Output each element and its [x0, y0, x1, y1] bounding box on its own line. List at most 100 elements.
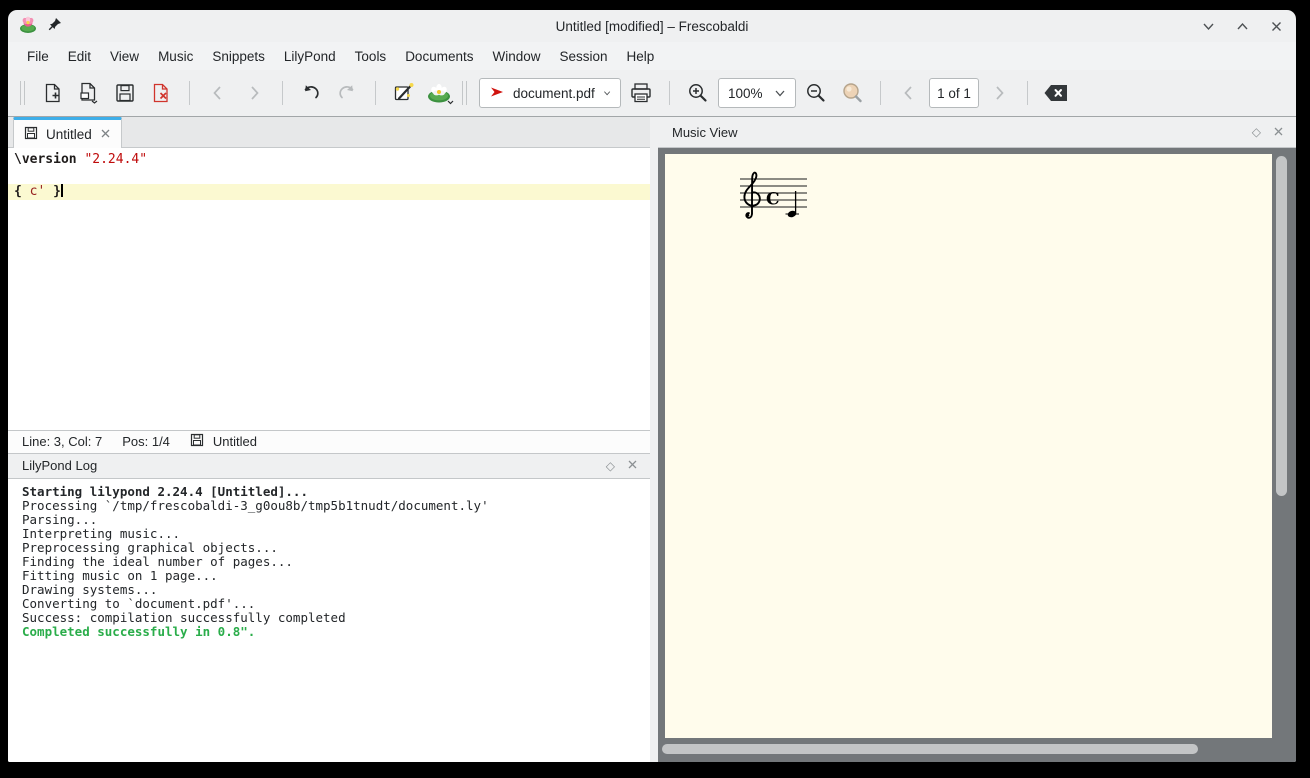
engrave-preview-button[interactable]	[388, 77, 420, 109]
log-line: Interpreting music...	[22, 527, 650, 541]
lilypond-log-header[interactable]: LilyPond Log ◇	[8, 453, 650, 479]
log-line: Drawing systems...	[22, 583, 650, 597]
zoom-level-value: 100%	[728, 86, 763, 101]
menu-tools[interactable]: Tools	[355, 49, 387, 64]
magnifier-loupe-button[interactable]	[836, 77, 868, 109]
log-line: Converting to `document.pdf'...	[22, 597, 650, 611]
lilypond-log-title: LilyPond Log	[22, 458, 97, 473]
print-button[interactable]	[625, 77, 657, 109]
chevron-down-icon	[774, 87, 786, 99]
music-view-title: Music View	[672, 125, 738, 140]
minimize-button[interactable]	[1198, 16, 1218, 36]
menu-documents[interactable]: Documents	[405, 49, 473, 64]
window-title: Untitled [modified] – Frescobaldi	[8, 19, 1296, 34]
quarter-note	[786, 191, 800, 218]
log-line: Processing `/tmp/frescobaldi-3_g0ou8b/tm…	[22, 499, 650, 513]
document-selector-value: document.pdf	[513, 86, 595, 101]
text-caret	[61, 184, 63, 197]
chevron-down-icon	[603, 87, 611, 99]
maximize-button[interactable]	[1232, 16, 1252, 36]
pin-icon[interactable]	[47, 16, 63, 37]
previous-page-button[interactable]	[893, 77, 925, 109]
close-document-button[interactable]	[145, 77, 177, 109]
menu-session[interactable]: Session	[559, 49, 607, 64]
forward-button[interactable]	[238, 77, 270, 109]
toolbar-handle[interactable]	[462, 81, 467, 105]
editor-pane: Untitled \version "2.24.4" { c' } Line: …	[8, 117, 650, 762]
menu-music[interactable]: Music	[158, 49, 193, 64]
app-window: Untitled [modified] – Frescobaldi File E…	[8, 10, 1296, 762]
page-indicator: 1 of 1	[937, 86, 971, 101]
menu-lilypond[interactable]: LilyPond	[284, 49, 336, 64]
pane-splitter[interactable]	[650, 117, 658, 762]
statusbar-position: Pos: 1/4	[122, 434, 170, 449]
music-view-header[interactable]: Music View ◇	[658, 117, 1296, 148]
undo-button[interactable]	[295, 77, 327, 109]
menu-edit[interactable]: Edit	[68, 49, 91, 64]
statusbar-document-name: Untitled	[213, 434, 257, 449]
toolbar-separator	[282, 81, 283, 105]
main-area: Untitled \version "2.24.4" { c' } Line: …	[8, 117, 1296, 762]
menu-snippets[interactable]: Snippets	[212, 49, 265, 64]
document-tabbar: Untitled	[8, 117, 650, 148]
code-line-1: \version "2.24.4"	[8, 152, 650, 168]
menubar: File Edit View Music Snippets LilyPond T…	[8, 42, 1296, 70]
log-line: Starting lilypond 2.24.4 [Untitled]...	[22, 485, 650, 499]
tab-close-icon[interactable]	[100, 127, 111, 142]
toolbar-separator	[375, 81, 376, 105]
log-line: Success: compilation successfully comple…	[22, 611, 650, 625]
code-editor[interactable]: \version "2.24.4" { c' }	[8, 148, 650, 430]
log-line: Parsing...	[22, 513, 650, 527]
next-page-button[interactable]	[983, 77, 1015, 109]
float-panel-icon[interactable]: ◇	[1252, 126, 1261, 138]
document-selector-combo[interactable]: document.pdf	[479, 78, 621, 108]
lilypond-log-output[interactable]: Starting lilypond 2.24.4 [Untitled]... P…	[8, 479, 650, 763]
save-document-button[interactable]	[109, 77, 141, 109]
zoom-in-button[interactable]	[682, 77, 714, 109]
music-view-canvas[interactable]: C	[658, 148, 1296, 762]
clear-log-button[interactable]	[1040, 77, 1072, 109]
menu-help[interactable]: Help	[627, 49, 655, 64]
toolbar-separator	[669, 81, 670, 105]
menu-file[interactable]: File	[27, 49, 49, 64]
vertical-scrollbar-thumb[interactable]	[1276, 156, 1287, 496]
version-string: "2.24.4"	[84, 152, 147, 167]
lilypond-engrave-button[interactable]	[424, 77, 456, 109]
log-line: Preprocessing graphical objects...	[22, 541, 650, 555]
toolbar-separator	[1027, 81, 1028, 105]
statusbar-line-col: Line: 3, Col: 7	[22, 434, 102, 449]
statusbar: Line: 3, Col: 7 Pos: 1/4 Untitled	[8, 430, 650, 453]
log-line: Finding the ideal number of pages...	[22, 555, 650, 569]
score-page[interactable]: C	[665, 154, 1272, 738]
toolbar-handle[interactable]	[20, 81, 25, 105]
horizontal-scrollbar-thumb[interactable]	[662, 744, 1198, 754]
code-line-3-current: { c' }	[8, 184, 650, 200]
close-panel-icon[interactable]	[627, 458, 638, 473]
note-token: c'	[30, 184, 46, 199]
toolbar-separator	[880, 81, 881, 105]
version-keyword: \version	[14, 152, 77, 167]
tab-untitled[interactable]: Untitled	[13, 117, 122, 148]
new-document-button[interactable]	[37, 77, 69, 109]
zoom-level-combo[interactable]: 100%	[718, 78, 796, 108]
app-icon	[18, 14, 38, 39]
log-line: Fitting music on 1 page...	[22, 569, 650, 583]
zoom-out-button[interactable]	[800, 77, 832, 109]
code-line-2	[8, 168, 650, 184]
back-button[interactable]	[202, 77, 234, 109]
time-signature: C	[766, 190, 780, 210]
open-document-button[interactable]	[73, 77, 105, 109]
save-state-icon	[24, 126, 38, 143]
float-panel-icon[interactable]: ◇	[606, 460, 615, 472]
pdf-icon	[489, 84, 505, 103]
page-number-field[interactable]: 1 of 1	[929, 78, 979, 108]
redo-button[interactable]	[331, 77, 363, 109]
close-button[interactable]	[1266, 16, 1286, 36]
menu-window[interactable]: Window	[492, 49, 540, 64]
close-panel-icon[interactable]	[1273, 125, 1284, 140]
menu-view[interactable]: View	[110, 49, 139, 64]
tab-label: Untitled	[46, 127, 92, 142]
music-view-pane: Music View ◇	[658, 117, 1296, 762]
save-state-icon	[190, 433, 204, 450]
titlebar[interactable]: Untitled [modified] – Frescobaldi	[8, 10, 1296, 42]
